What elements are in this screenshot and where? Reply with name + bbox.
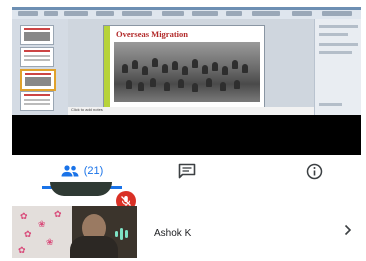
tab-info[interactable] [294,155,334,187]
slide-stage: Overseas Migration [68,19,314,115]
participant-name: Ashok K [154,228,192,239]
meeting-window: Overseas Migration Click to add notes (2… [12,7,361,259]
current-slide: Overseas Migration [103,25,265,111]
participant-video: ✿ ❀ ✿ ❀ ✿ ✿ [12,206,137,258]
people-count: (21) [83,165,104,177]
people-icon [61,165,79,177]
voice-activity-icon [115,228,128,240]
avatar [50,182,112,196]
right-pane [314,19,361,115]
shared-screen[interactable]: Overseas Migration Click to add notes [12,7,361,115]
participant-list: ✿ ❀ ✿ ❀ ✿ ✿ Ashok K [12,182,361,259]
video-letterbox [12,115,361,155]
info-icon [306,163,322,179]
chat-icon [178,163,196,179]
slide-photo [114,42,260,102]
notes-pane: Click to add notes [68,107,317,115]
tab-chat[interactable] [167,155,207,187]
chevron-right-icon[interactable] [344,224,352,236]
slide-title: Overseas Migration [116,29,188,39]
slide-thumbnails [12,19,68,115]
